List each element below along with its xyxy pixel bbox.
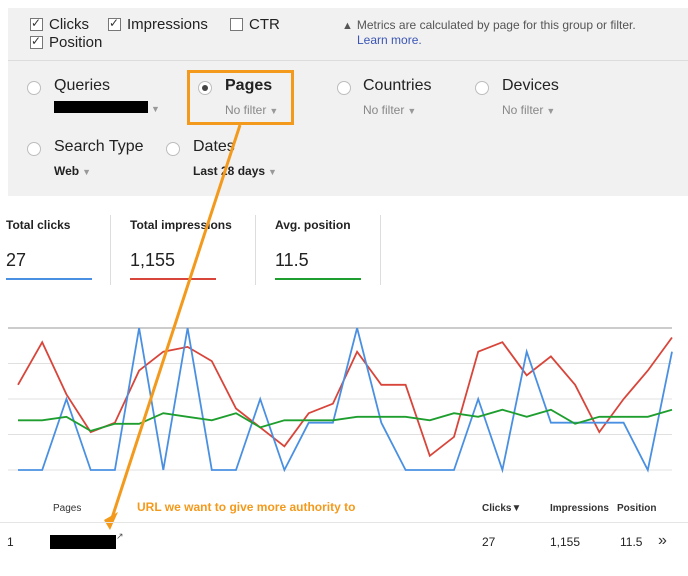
annotation-arrow [104,124,242,530]
row-index: 1 [7,535,14,549]
redacted-page-url[interactable] [50,535,116,549]
row-details-chevron-icon[interactable]: » [658,532,667,550]
arrow-line [110,124,242,519]
sort-desc-icon: ▼ [511,503,522,514]
col-header-position[interactable]: Position [617,503,656,514]
col-header-clicks-label: Clicks [482,503,512,514]
annotation-text: URL we want to give more authority to [137,500,356,514]
external-link-icon[interactable]: ↗ [116,531,124,542]
row-clicks: 27 [482,535,496,549]
col-header-clicks[interactable]: Clicks▼ [482,503,521,514]
arrow-head-icon [104,512,118,530]
row-impressions: 1,155 [550,535,581,549]
table-row-separator [0,522,688,523]
col-header-impressions[interactable]: Impressions [550,503,609,514]
row-position: 11.5 [620,535,643,549]
col-header-pages[interactable]: Pages [53,503,81,514]
